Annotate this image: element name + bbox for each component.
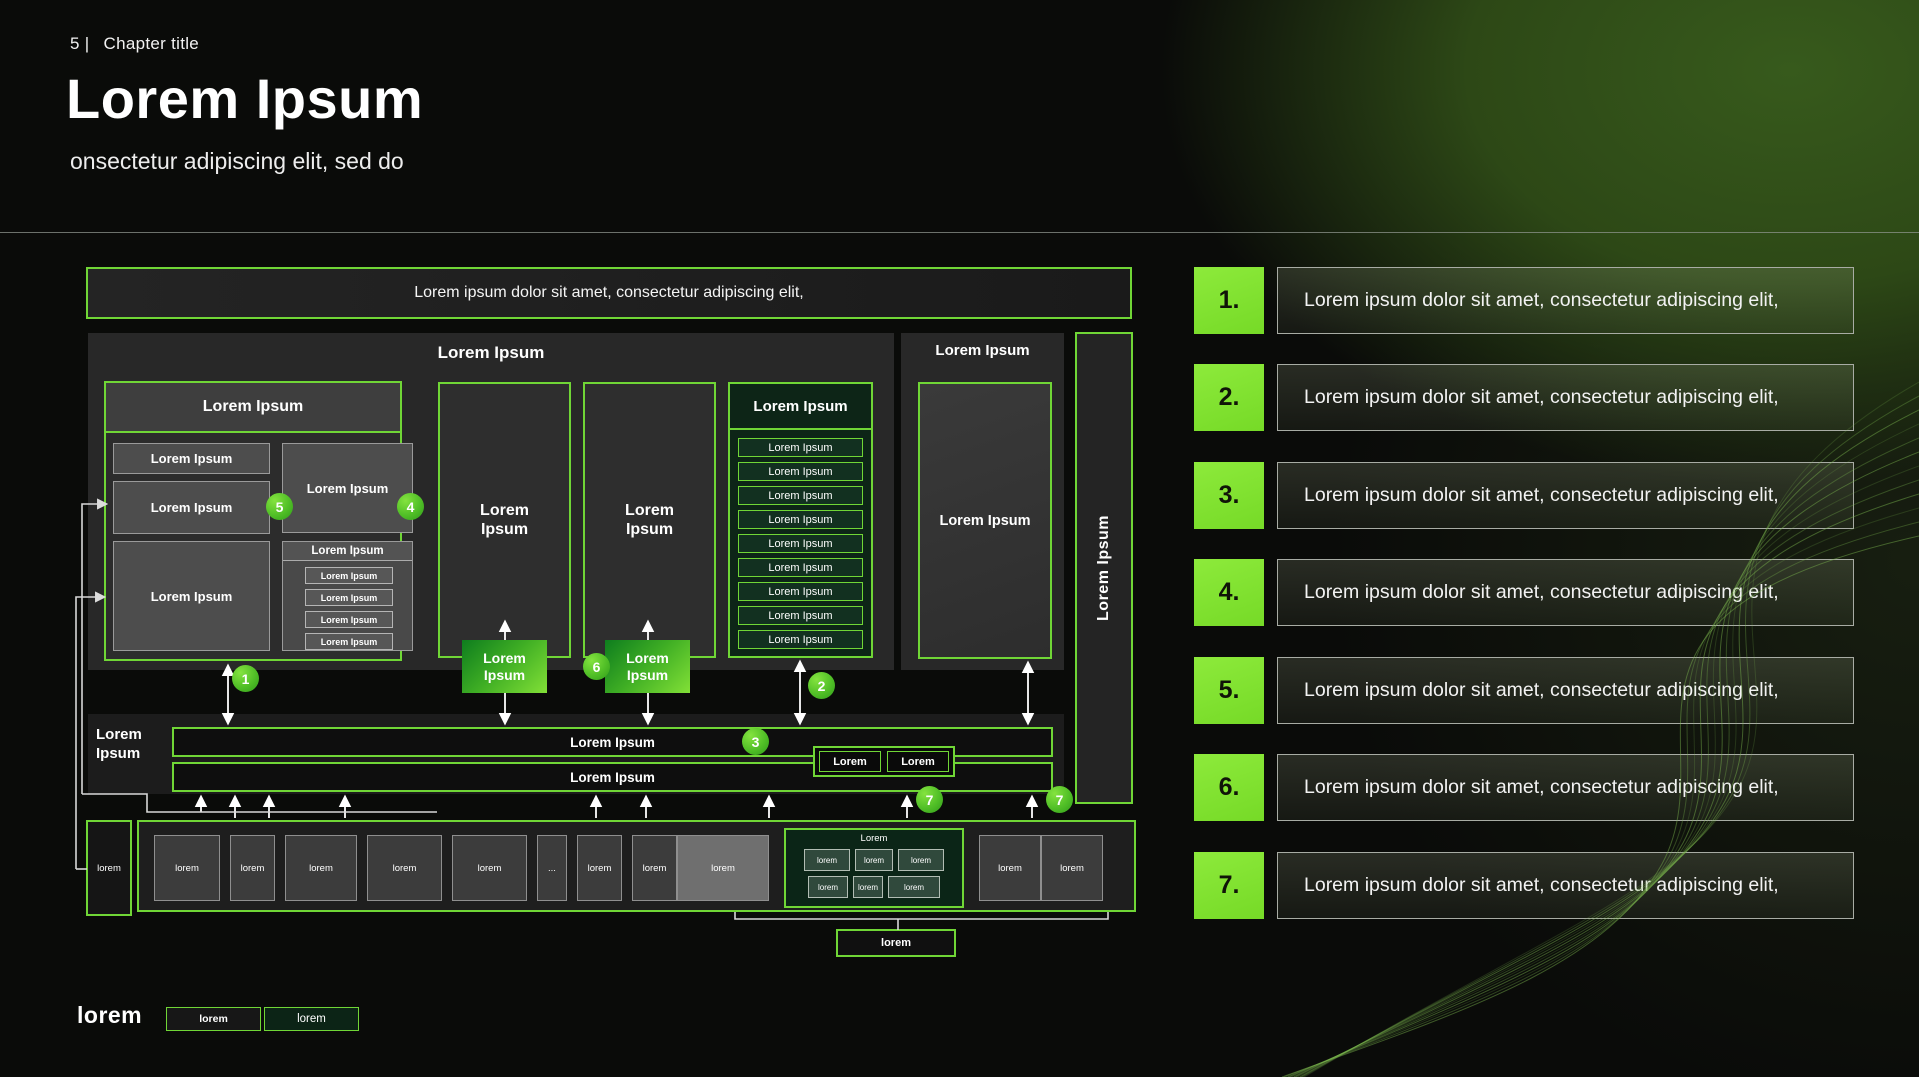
pillar-b: Lorem Ipsum (583, 382, 716, 658)
bar-chip: Lorem (887, 751, 949, 772)
left-box-bottom: Lorem Ipsum (113, 541, 270, 651)
bottom-box: lorem (230, 835, 275, 901)
left-subgroup: Lorem Ipsum Lorem Ipsum Lorem Ipsum Lore… (282, 541, 413, 651)
list-row: Lorem Ipsum (738, 438, 863, 457)
bar-chip: Lorem (819, 751, 881, 772)
pillar-a: Lorem Ipsum (438, 382, 571, 658)
legend-chip-black: lorem (166, 1007, 261, 1031)
list-row: Lorem Ipsum (738, 582, 863, 601)
bottom-pair-box: lorem (1041, 835, 1103, 901)
left-box-right: Lorem Ipsum (282, 443, 413, 533)
list-row: Lorem Ipsum (738, 630, 863, 649)
list-number-5: 5. (1194, 657, 1264, 724)
list-row: Lorem Ipsum (738, 534, 863, 553)
side-bar: Lorem Ipsum (1075, 332, 1133, 804)
list-panel-rows: Lorem Ipsum Lorem Ipsum Lorem Ipsum Lore… (738, 438, 863, 649)
list-number-1: 1. (1194, 267, 1264, 334)
left-subgroup-title: Lorem Ipsum (283, 542, 412, 561)
footer-logo: lorem (77, 1002, 142, 1029)
list-number-7: 7. (1194, 852, 1264, 919)
chapter-title: Chapter title (104, 34, 200, 53)
bottom-box-highlight: lorem (677, 835, 769, 901)
subgroup-row: Lorem Ipsum (305, 611, 393, 628)
list-text-4: Lorem ipsum dolor sit amet, consectetur … (1277, 559, 1854, 626)
bottom-box-ellipsis: ... (537, 835, 567, 901)
green-cell: lorem (804, 849, 850, 871)
list-text-7: Lorem ipsum dolor sit amet, consectetur … (1277, 852, 1854, 919)
list-number-6: 6. (1194, 754, 1264, 821)
side-bar-label: Lorem Ipsum (1095, 515, 1113, 621)
list-row: Lorem Ipsum (738, 558, 863, 577)
header-divider (0, 232, 1919, 233)
diagram-banner: Lorem ipsum dolor sit amet, consectetur … (86, 267, 1132, 319)
list-text-3: Lorem ipsum dolor sit amet, consectetur … (1277, 462, 1854, 529)
green-cell: lorem (898, 849, 944, 871)
green-cell: lorem (855, 849, 893, 871)
page-subtitle: onsectetur adipiscing elit, sed do (70, 148, 404, 175)
left-box-mid: Lorem Ipsum (113, 481, 270, 534)
bottom-pair-box: lorem (979, 835, 1041, 901)
bottom-green-group: Lorem lorem lorem lorem lorem lorem lore… (784, 828, 964, 908)
list-number-2: 2. (1194, 364, 1264, 431)
list-text-5: Lorem ipsum dolor sit amet, consectetur … (1277, 657, 1854, 724)
list-row: Lorem Ipsum (738, 606, 863, 625)
bottom-box: lorem (632, 835, 677, 901)
subgroup-row: Lorem Ipsum (305, 567, 393, 584)
green-box-a: Lorem Ipsum (462, 640, 547, 693)
slide: 5 | Chapter title Lorem Ipsum onsectetur … (0, 0, 1919, 1077)
bottom-box: lorem (154, 835, 220, 901)
bottom-box: lorem (367, 835, 442, 901)
list-row: Lorem Ipsum (738, 462, 863, 481)
step-marker-3: 3 (742, 728, 769, 755)
pillar-a-label: Lorem Ipsum (477, 501, 533, 539)
bottom-box: lorem (452, 835, 527, 901)
step-marker-1: 1 (232, 665, 259, 692)
list-text-1: Lorem ipsum dolor sit amet, consectetur … (1277, 267, 1854, 334)
step-marker-6: 6 (583, 653, 610, 680)
bottom-group: lorem lorem lorem lorem lorem ... lorem … (137, 820, 1136, 912)
bottom-outside-box: lorem (86, 820, 132, 916)
page-number: 5 | (70, 34, 90, 53)
bars-label: Lorem Ipsum (96, 726, 168, 764)
list-panel-title: Lorem Ipsum (730, 384, 871, 430)
list-row: Lorem Ipsum (738, 486, 863, 505)
step-marker-5: 5 (266, 493, 293, 520)
page-title: Lorem Ipsum (66, 66, 423, 131)
subgroup-row: Lorem Ipsum (305, 633, 393, 650)
list-text-6: Lorem ipsum dolor sit amet, consectetur … (1277, 754, 1854, 821)
list-row: Lorem Ipsum (738, 510, 863, 529)
bottom-box: lorem (285, 835, 357, 901)
step-marker-7: 7 (916, 786, 943, 813)
step-marker-7b: 7 (1046, 786, 1073, 813)
right-panel-title: Lorem Ipsum (901, 342, 1064, 359)
subgroup-row: Lorem Ipsum (305, 589, 393, 606)
green-box-a-label: Lorem Ipsum (479, 650, 531, 682)
chapter-label: 5 | Chapter title (70, 34, 199, 54)
step-marker-4: 4 (397, 493, 424, 520)
green-cell: lorem (853, 876, 883, 898)
legend-chip-green: lorem (264, 1007, 359, 1031)
list-text-2: Lorem ipsum dolor sit amet, consectetur … (1277, 364, 1854, 431)
green-cell: lorem (888, 876, 940, 898)
bottom-green-title: Lorem (786, 833, 962, 844)
list-panel: Lorem Ipsum Lorem Ipsum Lorem Ipsum Lore… (728, 382, 873, 658)
right-panel-inner: Lorem Ipsum (918, 382, 1052, 659)
green-box-b-label: Lorem Ipsum (622, 650, 674, 682)
green-box-b: Lorem Ipsum (605, 640, 690, 693)
main-group-title: Lorem Ipsum (88, 343, 894, 363)
pillar-b-label: Lorem Ipsum (622, 501, 678, 539)
left-box-top: Lorem Ipsum (113, 443, 270, 474)
green-cell: lorem (808, 876, 848, 898)
bottom-box: lorem (577, 835, 622, 901)
bottom-callout: lorem (836, 929, 956, 957)
list-number-4: 4. (1194, 559, 1264, 626)
left-group-title: Lorem Ipsum (106, 383, 400, 433)
bar-chip-group: Lorem Lorem (813, 746, 955, 777)
step-marker-2: 2 (808, 672, 835, 699)
list-number-3: 3. (1194, 462, 1264, 529)
